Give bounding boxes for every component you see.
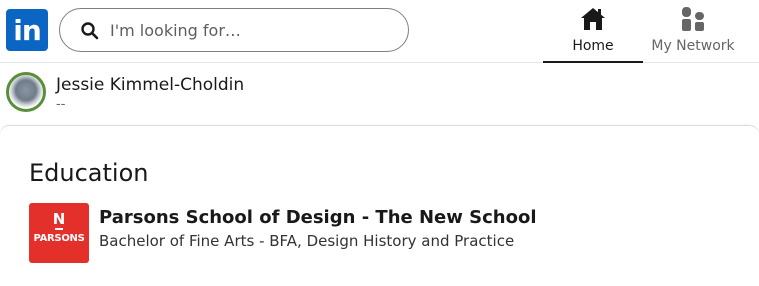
school-logo-text: PARSONS xyxy=(33,233,85,244)
search-icon xyxy=(81,22,99,40)
profile-subtitle: -- xyxy=(56,97,66,112)
my-network-icon xyxy=(682,7,704,31)
logo-text: in xyxy=(13,13,42,47)
nav-my-network-label: My Network xyxy=(651,38,735,54)
nav-my-network[interactable]: My Network xyxy=(643,0,743,63)
profile-header: Jessie Kimmel-Choldin -- xyxy=(0,63,759,125)
search-bar[interactable] xyxy=(59,8,409,52)
school-logo-bar xyxy=(55,228,63,230)
avatar[interactable] xyxy=(6,72,46,112)
school-logo[interactable]: N PARSONS xyxy=(29,203,89,263)
search-input[interactable] xyxy=(110,9,400,51)
education-card: Education N PARSONS Parsons School of De… xyxy=(0,125,759,286)
nav-home[interactable]: Home xyxy=(543,0,643,63)
school-name[interactable]: Parsons School of Design - The New Schoo… xyxy=(99,207,537,228)
linkedin-logo[interactable]: in xyxy=(6,9,48,51)
profile-name[interactable]: Jessie Kimmel-Choldin xyxy=(56,75,244,95)
section-title: Education xyxy=(29,159,149,187)
home-icon xyxy=(581,8,605,30)
nav-home-label: Home xyxy=(572,38,614,54)
degree-text: Bachelor of Fine Arts - BFA, Design Hist… xyxy=(99,232,515,250)
school-logo-mark: N xyxy=(52,210,66,228)
top-nav: in Home My Network xyxy=(0,0,759,63)
